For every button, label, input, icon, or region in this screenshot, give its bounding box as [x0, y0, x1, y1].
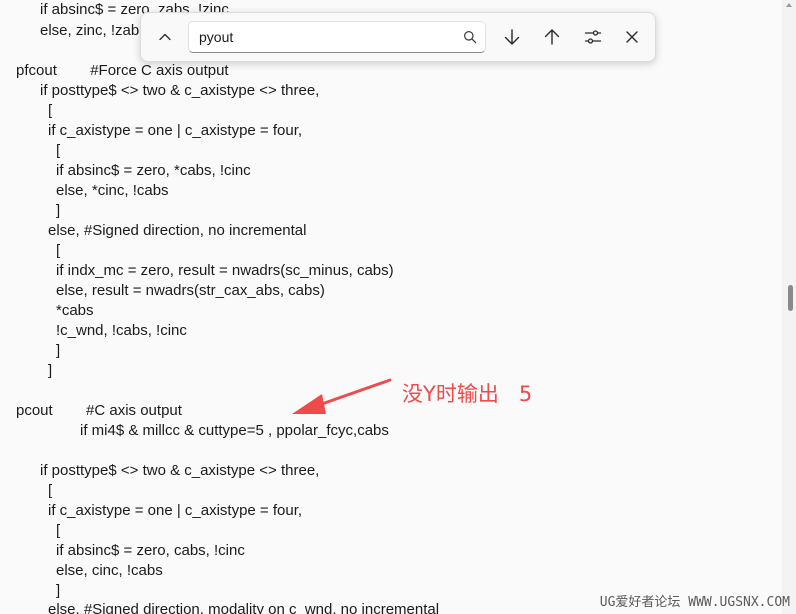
- collapse-find-button[interactable]: [149, 21, 181, 53]
- code-line[interactable]: [: [48, 481, 52, 501]
- find-options-button[interactable]: [577, 21, 609, 53]
- code-line[interactable]: ]: [48, 361, 52, 381]
- annotation-label: 没Y时输出 5: [402, 382, 533, 406]
- code-line[interactable]: pcout #C axis output: [16, 401, 182, 421]
- code-line[interactable]: ]: [56, 201, 60, 221]
- code-line[interactable]: [: [56, 141, 60, 161]
- close-icon: [626, 31, 638, 43]
- code-line[interactable]: else, #Signed direction, modality on c_w…: [48, 600, 439, 614]
- code-line[interactable]: [: [56, 241, 60, 261]
- code-line[interactable]: if c_axistype = one | c_axistype = four,: [48, 121, 302, 141]
- code-line[interactable]: else, zinc, !zab: [40, 21, 139, 41]
- find-input[interactable]: [199, 27, 449, 47]
- code-line[interactable]: [: [48, 101, 52, 121]
- code-line[interactable]: if absinc$ = zero, *cabs, !cinc: [56, 161, 251, 181]
- code-line[interactable]: else, cinc, !cabs: [56, 561, 163, 581]
- annotation-arrow-icon: [292, 378, 392, 414]
- arrow-down-icon: [504, 29, 520, 45]
- find-previous-button[interactable]: [536, 21, 568, 53]
- code-line[interactable]: if absinc$ = zero, cabs, !cinc: [56, 541, 245, 561]
- code-line[interactable]: else, result = nwadrs(str_cax_abs, cabs): [56, 281, 325, 301]
- code-line[interactable]: if indx_mc = zero, result = nwadrs(sc_mi…: [56, 261, 394, 281]
- code-line[interactable]: if mi4$ & millcc & cuttype=5 , ppolar_fc…: [80, 421, 389, 441]
- code-line[interactable]: pfcout #Force C axis output: [16, 61, 229, 81]
- find-next-button[interactable]: [496, 21, 528, 53]
- watermark: UG爱好者论坛 WWW.UGSNX.COM: [599, 595, 790, 610]
- code-line[interactable]: ]: [56, 581, 60, 601]
- find-bar: [140, 12, 656, 62]
- find-input-box[interactable]: [188, 21, 486, 53]
- code-line[interactable]: [: [56, 521, 60, 541]
- chevron-up-icon: [159, 33, 171, 41]
- code-line[interactable]: else, *cinc, !cabs: [56, 181, 169, 201]
- code-line[interactable]: if posttype$ <> two & c_axistype <> thre…: [40, 461, 319, 481]
- scroll-up-arrow-icon[interactable]: [786, 3, 792, 7]
- code-line[interactable]: ]: [56, 341, 60, 361]
- code-line[interactable]: if posttype$ <> two & c_axistype <> thre…: [40, 81, 319, 101]
- search-icon[interactable]: [463, 30, 477, 44]
- code-line[interactable]: if c_axistype = one | c_axistype = four,: [48, 501, 302, 521]
- code-line[interactable]: !c_wnd, !cabs, !cinc: [56, 321, 187, 341]
- close-find-button[interactable]: [616, 21, 648, 53]
- code-line[interactable]: else, #Signed direction, no incremental: [48, 221, 307, 241]
- vertical-scrollbar[interactable]: [782, 0, 796, 614]
- scrollbar-thumb[interactable]: [788, 285, 793, 311]
- sliders-icon: [584, 30, 602, 44]
- code-line[interactable]: *cabs: [56, 301, 94, 321]
- arrow-up-icon: [544, 29, 560, 45]
- text-editor[interactable]: if absinc$ = zero, zabs, !zinc else, zin…: [0, 0, 782, 614]
